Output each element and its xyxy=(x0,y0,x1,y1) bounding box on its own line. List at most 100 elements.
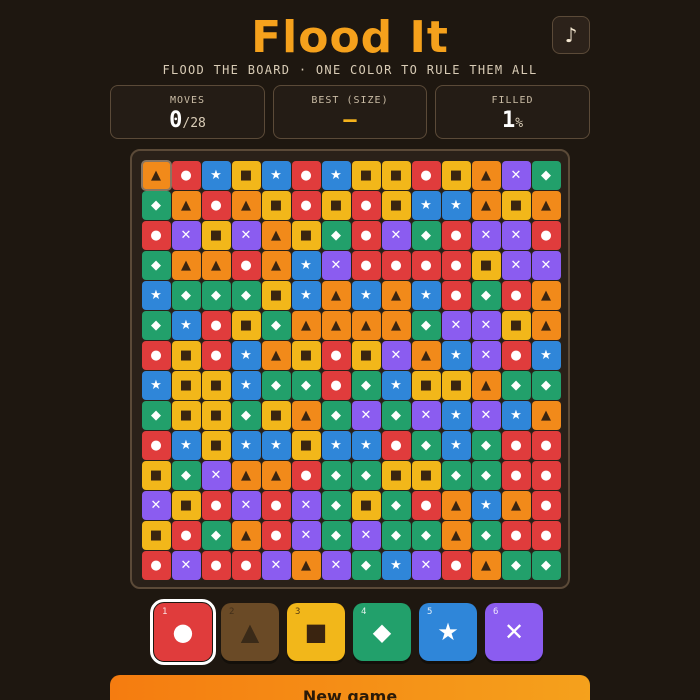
board-cell-green: ◆ xyxy=(381,520,411,550)
board-cell-blue: ★ xyxy=(381,370,411,400)
board-cell-purple: ✕ xyxy=(471,400,501,430)
x-icon: ✕ xyxy=(503,618,525,646)
board-cell-purple: ✕ xyxy=(501,250,531,280)
color-button-number: 4 xyxy=(361,607,367,617)
board-cell-yellow: ■ xyxy=(291,430,321,460)
music-toggle-button[interactable]: ♪ xyxy=(552,16,590,54)
board-cell-orange: ▲ xyxy=(471,160,501,190)
board-cell-green: ◆ xyxy=(411,310,441,340)
board-cell-purple: ✕ xyxy=(501,220,531,250)
color-button-orange[interactable]: 2 ▲ xyxy=(221,603,279,661)
board-cell-blue: ★ xyxy=(381,550,411,580)
color-button-purple[interactable]: 6 ✕ xyxy=(485,603,543,661)
board-cell-red: ● xyxy=(501,460,531,490)
board-cell-green: ◆ xyxy=(321,460,351,490)
new-game-button[interactable]: New game xyxy=(110,675,590,700)
circle-icon: ● xyxy=(172,618,194,646)
filled-value-wrap: 1% xyxy=(436,108,589,133)
board-cell-green: ◆ xyxy=(291,370,321,400)
board-cell-red: ● xyxy=(381,430,411,460)
board-cell-green: ◆ xyxy=(321,520,351,550)
board-cell-orange: ▲ xyxy=(441,490,471,520)
board-cell-blue: ★ xyxy=(411,190,441,220)
board-cell-orange: ▲ xyxy=(231,190,261,220)
color-button-green[interactable]: 4 ◆ xyxy=(353,603,411,661)
board-cell-yellow: ■ xyxy=(381,160,411,190)
board-cell-green: ◆ xyxy=(351,550,381,580)
board-cell-green: ◆ xyxy=(321,400,351,430)
board-cell-green: ◆ xyxy=(141,310,171,340)
board-cell-blue: ★ xyxy=(351,280,381,310)
board-cell-green: ◆ xyxy=(261,310,291,340)
board-cell-blue: ★ xyxy=(291,280,321,310)
board-cell-red: ● xyxy=(351,220,381,250)
board-cell-green: ◆ xyxy=(531,550,561,580)
board-cell-purple: ✕ xyxy=(171,550,201,580)
best-label: BEST (SIZE) xyxy=(311,95,389,106)
board-cell-red: ● xyxy=(501,280,531,310)
board-cell-red: ● xyxy=(381,250,411,280)
game-title: Flood It xyxy=(251,12,449,63)
board-cell-green: ◆ xyxy=(471,280,501,310)
color-button-number: 1 xyxy=(162,607,168,617)
board-cell-green: ◆ xyxy=(411,430,441,460)
board-cell-yellow: ■ xyxy=(261,400,291,430)
board-cell-green: ◆ xyxy=(441,460,471,490)
board-cell-orange: ▲ xyxy=(261,340,291,370)
board-cell-red: ● xyxy=(201,550,231,580)
board-cell-orange: ▲ xyxy=(381,280,411,310)
board-cell-purple: ✕ xyxy=(351,400,381,430)
board-cell-red: ● xyxy=(441,250,471,280)
board-grid: ▲ ● ★ ■ ★ ● ★ ■ ■ ● ■ ▲ ✕ ◆ ◆ ▲ ● ▲ ■ ● ■ ● ■ ★ ★ ▲ ■ ▲ ● ✕ ■ ✕ ▲ ■ ◆ ● ✕ ◆ ● ✕… xyxy=(140,159,561,580)
board-cell-yellow: ■ xyxy=(351,490,381,520)
board-cell-blue: ★ xyxy=(231,340,261,370)
board-cell-blue: ★ xyxy=(171,310,201,340)
board-cell-red: ● xyxy=(201,340,231,370)
board-cell-blue: ★ xyxy=(231,430,261,460)
board-cell-blue: ★ xyxy=(231,370,261,400)
board-cell-orange: ▲ xyxy=(291,550,321,580)
color-button-blue[interactable]: 5 ★ xyxy=(419,603,477,661)
board-cell-yellow: ■ xyxy=(351,160,381,190)
board-cell-yellow: ■ xyxy=(351,340,381,370)
moves-max: /28 xyxy=(182,116,206,131)
board-cell-green: ◆ xyxy=(351,460,381,490)
board-cell-green: ◆ xyxy=(141,250,171,280)
board-cell-red: ● xyxy=(321,340,351,370)
board-cell-yellow: ■ xyxy=(501,190,531,220)
board-cell-green: ◆ xyxy=(141,400,171,430)
board-cell-yellow: ■ xyxy=(171,490,201,520)
board-cell-blue: ★ xyxy=(441,190,471,220)
color-button-red[interactable]: 1 ● xyxy=(150,599,216,665)
board-cell-red: ● xyxy=(201,490,231,520)
board-cell-purple: ✕ xyxy=(411,400,441,430)
board-cell-green: ◆ xyxy=(471,430,501,460)
board-cell-yellow: ■ xyxy=(471,250,501,280)
board-cell-blue: ★ xyxy=(321,160,351,190)
board-cell-purple: ✕ xyxy=(501,160,531,190)
board-cell-purple: ✕ xyxy=(471,340,501,370)
board-cell-orange: ▲ xyxy=(261,250,291,280)
board-cell-green: ◆ xyxy=(321,220,351,250)
board-cell-blue: ★ xyxy=(531,340,561,370)
board-cell-blue: ★ xyxy=(261,430,291,460)
board-cell-purple: ✕ xyxy=(321,250,351,280)
board-cell-orange: ▲ xyxy=(171,190,201,220)
color-button-number: 6 xyxy=(493,607,499,617)
board-cell-orange: ▲ xyxy=(171,250,201,280)
color-button-yellow[interactable]: 3 ■ xyxy=(287,603,345,661)
board-cell-purple: ✕ xyxy=(201,460,231,490)
board-cell-yellow: ■ xyxy=(321,190,351,220)
board-cell-yellow: ■ xyxy=(381,190,411,220)
board-cell-orange: ▲ xyxy=(140,159,172,191)
game-board: ▲ ● ★ ■ ★ ● ★ ■ ■ ● ■ ▲ ✕ ◆ ◆ ▲ ● ▲ ■ ● ■ ● ■ ★ ★ ▲ ■ ▲ ● ✕ ■ ✕ ▲ ■ ◆ ● ✕ ◆ ● ✕… xyxy=(130,149,570,589)
board-cell-red: ● xyxy=(441,280,471,310)
board-cell-red: ● xyxy=(141,220,171,250)
board-cell-blue: ★ xyxy=(411,280,441,310)
board-cell-yellow: ■ xyxy=(171,400,201,430)
board-cell-purple: ✕ xyxy=(231,490,261,520)
board-cell-yellow: ■ xyxy=(231,310,261,340)
board-cell-green: ◆ xyxy=(201,280,231,310)
board-cell-red: ● xyxy=(171,520,201,550)
board-cell-yellow: ■ xyxy=(171,370,201,400)
